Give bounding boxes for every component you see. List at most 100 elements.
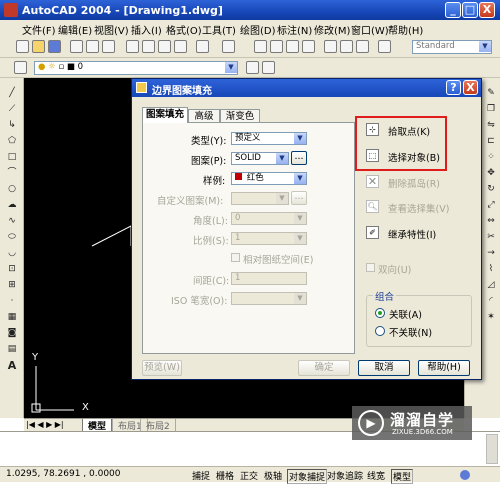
view-selections-icon[interactable]: 🔍︎ [366,200,379,213]
ellipse-icon[interactable]: ⬭ [6,232,18,243]
angle-select[interactable]: 0 ▼ [231,212,307,225]
revision-cloud-icon[interactable]: ☁ [6,200,18,211]
ellipse-arc-icon[interactable]: ◡ [6,248,18,259]
menu-draw[interactable]: 绘图(D) [240,22,276,37]
maximize-button[interactable]: □ [462,2,478,18]
cut-icon[interactable] [126,40,139,53]
tab-hatch[interactable]: 图案填充 [142,107,188,123]
dialog-help-button[interactable]: ? [446,80,461,95]
redo-icon[interactable] [222,40,235,53]
design-center-icon[interactable] [340,40,353,53]
region-icon[interactable]: ◙ [6,328,18,339]
make-block-icon[interactable]: ⊞ [6,280,18,291]
trim-icon[interactable]: ✂ [485,232,497,243]
tab-gradient[interactable]: 渐变色 [220,109,260,123]
explode-icon[interactable]: ✶ [485,312,497,323]
sample-select[interactable]: 红色 ▼ [231,172,307,185]
publish-icon[interactable] [102,40,115,53]
ok-button[interactable]: 确定 [298,360,350,376]
menu-dimension[interactable]: 标注(N) [277,22,312,37]
text-style-select[interactable]: Standard ▼ [412,40,492,54]
menu-edit[interactable]: 编辑(E) [58,22,92,37]
open-icon[interactable] [32,40,45,53]
line-icon[interactable]: ╱ [6,88,18,99]
associative-radio[interactable] [375,308,385,318]
menu-insert[interactable]: 插入(I) [131,22,162,37]
snap-toggle[interactable]: 捕捉 [192,469,210,482]
zoom-previous-icon[interactable] [302,40,315,53]
chamfer-icon[interactable]: ◿ [485,280,497,291]
zoom-window-icon[interactable] [286,40,299,53]
tab-advanced[interactable]: 高级 [188,109,220,123]
lineweight-toggle[interactable]: 线宽 [367,469,385,482]
layer-previous-icon[interactable] [262,61,275,74]
menu-modify[interactable]: 修改(M) [314,22,350,37]
polyline-icon[interactable]: ↳ [6,120,18,131]
dialog-title-bar[interactable]: 边界图案填充 ? X [132,79,481,97]
nonassociative-radio[interactable] [375,326,385,336]
menu-file[interactable]: 文件(F) [22,22,56,37]
move-icon[interactable]: ✥ [485,168,497,179]
menu-window[interactable]: 窗口(W) [351,22,389,37]
offset-icon[interactable]: ⊏ [485,136,497,147]
paste-icon[interactable] [158,40,171,53]
pattern-browse-button[interactable]: ... [291,151,307,165]
undo-icon[interactable] [196,40,209,53]
properties-icon[interactable] [324,40,337,53]
table-icon[interactable]: ▤ [6,344,18,355]
dialog-close-button[interactable]: X [463,80,478,95]
inherit-properties-button[interactable]: 继承特性(I) [388,227,436,241]
scale-icon[interactable]: ⤢ [485,200,497,211]
preview-icon[interactable] [86,40,99,53]
polar-toggle[interactable]: 极轴 [264,469,282,482]
tab-nav-arrows-icon[interactable]: |◀ ◀ ▶ ▶| [26,420,64,429]
minimize-button[interactable]: _ [445,2,461,18]
cancel-button[interactable]: 取消 [358,360,410,376]
mtext-icon[interactable]: A [6,360,18,371]
zoom-realtime-icon[interactable] [270,40,283,53]
grid-toggle[interactable]: 栅格 [216,469,234,482]
help-button[interactable]: 帮助(H) [418,360,470,376]
fillet-icon[interactable]: ◜ [485,296,497,307]
spline-icon[interactable]: ∿ [6,216,18,227]
menu-view[interactable]: 视图(V) [94,22,129,37]
type-select[interactable]: 预定义 ▼ [231,132,307,145]
extend-icon[interactable]: → [485,248,497,259]
insert-block-icon[interactable]: ⊡ [6,264,18,275]
preview-button[interactable]: 预览(W) [142,360,182,376]
view-selections-button[interactable]: 查看选择集(V) [388,201,449,215]
rotate-icon[interactable]: ↻ [485,184,497,195]
remove-islands-button[interactable]: 删除孤岛(R) [388,176,440,190]
point-icon[interactable]: · [6,296,18,307]
scale-select[interactable]: 1 ▼ [231,232,307,245]
close-button[interactable]: X [479,2,495,18]
menu-format[interactable]: 格式(O) [166,22,202,37]
layer-select[interactable]: ● ☼ ▫ ■ 0 ▼ [34,61,238,75]
command-scroll-thumb[interactable] [486,434,498,464]
save-icon[interactable] [48,40,61,53]
rectangle-icon[interactable]: □ [6,152,18,163]
copy-object-icon[interactable]: ❐ [485,104,497,115]
mirror-icon[interactable]: ⇋ [485,120,497,131]
menu-tools[interactable]: 工具(T) [202,22,236,37]
erase-icon[interactable]: ✎ [485,88,497,99]
tool-palettes-icon[interactable] [356,40,369,53]
make-object-layer-current-icon[interactable] [246,61,259,74]
layer-manager-icon[interactable] [14,61,27,74]
double-checkbox[interactable] [366,263,375,272]
remove-islands-icon[interactable]: ✕ [366,175,379,188]
arc-icon[interactable]: ⌒ [6,168,18,179]
array-icon[interactable]: ⁘ [485,152,497,163]
match-properties-icon[interactable] [174,40,187,53]
polygon-icon[interactable]: ⬠ [6,136,18,147]
print-icon[interactable] [70,40,83,53]
pan-icon[interactable] [254,40,267,53]
pattern-select[interactable]: SOLID ▼ [231,152,289,165]
help-icon[interactable] [378,40,391,53]
new-icon[interactable] [16,40,29,53]
spacing-input[interactable]: 1 [231,272,307,285]
iso-pen-width-select[interactable]: ▼ [231,292,307,305]
hatch-icon[interactable]: ▦ [6,312,18,323]
stretch-icon[interactable]: ⇔ [485,216,497,227]
custom-browse-button[interactable]: ... [291,191,307,205]
